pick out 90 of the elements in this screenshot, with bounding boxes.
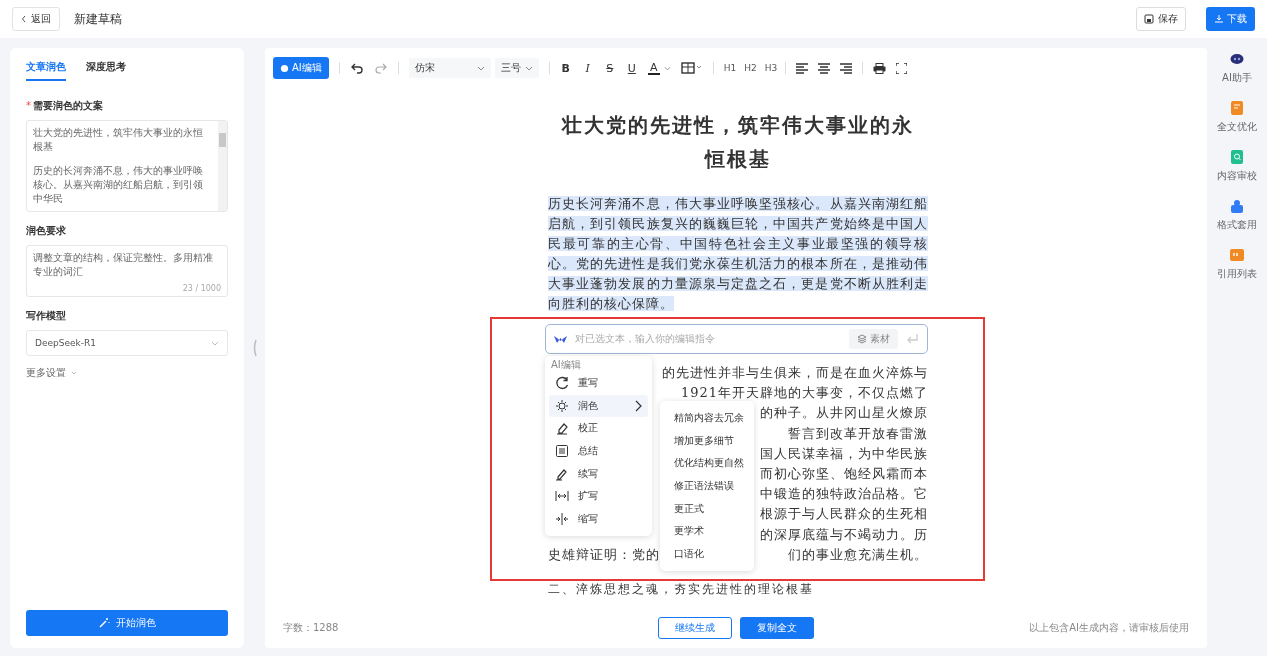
- chevron-left-icon: [21, 15, 27, 23]
- align-left-icon[interactable]: [796, 62, 809, 74]
- save-icon: [1144, 14, 1154, 24]
- paragraph-text: 而初心弥坚、饱经风霜而本: [760, 464, 928, 483]
- menu-item[interactable]: 续写: [549, 462, 648, 485]
- table-icon[interactable]: [680, 62, 703, 74]
- rail-item[interactable]: 内容审校: [1217, 150, 1257, 183]
- more-settings-toggle[interactable]: 更多设置: [26, 366, 77, 380]
- submenu-item[interactable]: 优化结构更自然: [660, 452, 754, 475]
- expand-icon: [555, 489, 569, 504]
- heading-button[interactable]: H2: [744, 63, 757, 73]
- format-button[interactable]: S: [603, 61, 616, 75]
- text-area[interactable]: 调整文章的结构，保证完整性。多用精准专业的词汇 23 / 1000: [26, 245, 228, 297]
- menu-item[interactable]: 润色: [549, 394, 648, 418]
- magic-wand-icon: [98, 617, 110, 629]
- format-button[interactable]: B: [559, 61, 572, 75]
- document-title: 壮大党的先进性，筑牢伟大事业的永恒根基: [560, 112, 915, 173]
- menu-item[interactable]: 校正: [549, 417, 648, 440]
- caret-icon: [71, 371, 77, 375]
- selected-paragraph: 历史长河奔涌不息，伟大事业呼唤坚强核心。从嘉兴南湖红船启航，到引领民族复兴的巍巍巨轮，中国共产党始终是中国人民最可靠的主心骨、中国特色社会主义事业最坚强的领导核心。党的先进性是我们党永葆生机活力的根本所在，是推动伟大事业蓬勃发展的力量源泉与定盘之石，更是党不断从胜利走向胜利的核心保障。: [548, 195, 928, 313]
- format-button[interactable]: U: [625, 61, 638, 75]
- ai-edit-button[interactable]: AI编辑: [273, 57, 329, 79]
- tab[interactable]: 深度思考: [86, 60, 126, 81]
- paragraph-text: 誓言到改革开放春雷激: [788, 424, 928, 443]
- word-count: 字数：1288: [283, 621, 340, 635]
- heading-button[interactable]: H1: [723, 63, 737, 73]
- paragraph-text: 根源于与人民群众的生死相: [760, 505, 928, 524]
- rail-item[interactable]: AI助手: [1222, 52, 1252, 85]
- paragraph-text: 的深厚底蕴与不竭动力。历: [760, 525, 928, 544]
- field-label: 润色要求: [26, 224, 67, 238]
- menu-item[interactable]: 缩写: [549, 507, 648, 531]
- chevron-right-icon: [635, 399, 642, 412]
- print-icon[interactable]: [873, 62, 887, 74]
- undo-icon[interactable]: [349, 61, 364, 75]
- submenu-item[interactable]: 更正式: [660, 497, 754, 520]
- caret-icon: [476, 65, 485, 71]
- paragraph-text: 们的事业愈充满生机。: [788, 545, 928, 564]
- download-icon: [1214, 14, 1224, 24]
- collapse-handle-icon[interactable]: [252, 339, 257, 357]
- caret-icon: [524, 65, 533, 71]
- heading-button[interactable]: H3: [764, 63, 778, 73]
- format-button[interactable]: I: [581, 61, 594, 75]
- text-area[interactable]: 壮大党的先进性，筑牢伟大事业的永恒根基 历史的长河奔涌不息，伟大的事业呼唤核心。从嘉兴南湖的红船启航，到引领中华民: [26, 120, 228, 212]
- font-select[interactable]: 仿宋: [408, 58, 491, 78]
- copy-all-button[interactable]: 复制全文: [740, 617, 814, 639]
- align-center-icon[interactable]: [818, 62, 831, 74]
- save-button[interactable]: 保存: [1136, 7, 1186, 31]
- paragraph-text: 国人民谋幸福，为中华民族: [760, 444, 928, 463]
- paragraph-text: 1921年开天辟地的大事变，不仅点燃了: [680, 384, 928, 403]
- download-button[interactable]: 下载: [1206, 7, 1255, 31]
- field-label: 写作模型: [26, 309, 67, 323]
- compress-icon: [555, 511, 569, 526]
- rail-item[interactable]: 全文优化: [1217, 101, 1257, 134]
- required-mark: *: [26, 100, 31, 111]
- menu-item[interactable]: 重写: [549, 372, 648, 395]
- format-button[interactable]: A: [647, 61, 660, 75]
- submenu-item[interactable]: 口语化: [660, 542, 754, 566]
- submenu-item[interactable]: 更学术: [660, 519, 754, 543]
- rail-item[interactable]: 引用列表: [1217, 248, 1257, 281]
- fullscreen-icon[interactable]: [896, 62, 908, 74]
- list-icon: [555, 444, 569, 459]
- start-polish-button[interactable]: 开始润色: [26, 610, 228, 636]
- submenu-item[interactable]: 修正语法错误: [660, 474, 754, 498]
- caret-icon: [211, 340, 219, 346]
- scrollbar[interactable]: [218, 121, 227, 211]
- ai-notice: 以上包含AI生成内容，请审核后使用: [1028, 621, 1189, 635]
- paragraph-text: 中锻造的独特政治品格。它: [760, 485, 928, 504]
- align-right-icon[interactable]: [840, 62, 853, 74]
- submenu-item[interactable]: 精简内容去冗余: [660, 407, 754, 430]
- paragraph-text: 史雄辩证明：党的: [548, 545, 660, 564]
- section-heading: 二、淬炼思想之魂，夯实先进性的理论根基: [548, 580, 815, 598]
- field-label: 需要润色的文案: [33, 99, 103, 113]
- menu-header: AI编辑: [551, 359, 582, 371]
- layers-icon: [857, 334, 867, 344]
- submenu-item[interactable]: 增加更多细节: [660, 429, 754, 453]
- refresh-icon: [555, 376, 569, 391]
- page-title: 新建草稿: [74, 10, 122, 28]
- eraser-icon: [555, 421, 569, 436]
- tab[interactable]: 文章润色: [26, 60, 66, 81]
- paragraph-text: 的种子。从井冈山星火燎原: [760, 404, 928, 423]
- continue-button[interactable]: 继续生成: [658, 617, 732, 639]
- menu-item[interactable]: 总结: [549, 439, 648, 463]
- font-size-select[interactable]: 三号: [494, 58, 539, 78]
- model-select[interactable]: DeepSeek-R1: [26, 330, 228, 356]
- back-button[interactable]: 返回: [12, 7, 60, 31]
- logo-icon: [554, 334, 567, 344]
- sun-icon: [555, 398, 569, 413]
- rail-item[interactable]: 格式套用: [1217, 199, 1257, 232]
- paragraph-text: 的先进性并非与生俱来，而是在血火淬炼与: [662, 364, 928, 382]
- menu-item[interactable]: 扩写: [549, 484, 648, 508]
